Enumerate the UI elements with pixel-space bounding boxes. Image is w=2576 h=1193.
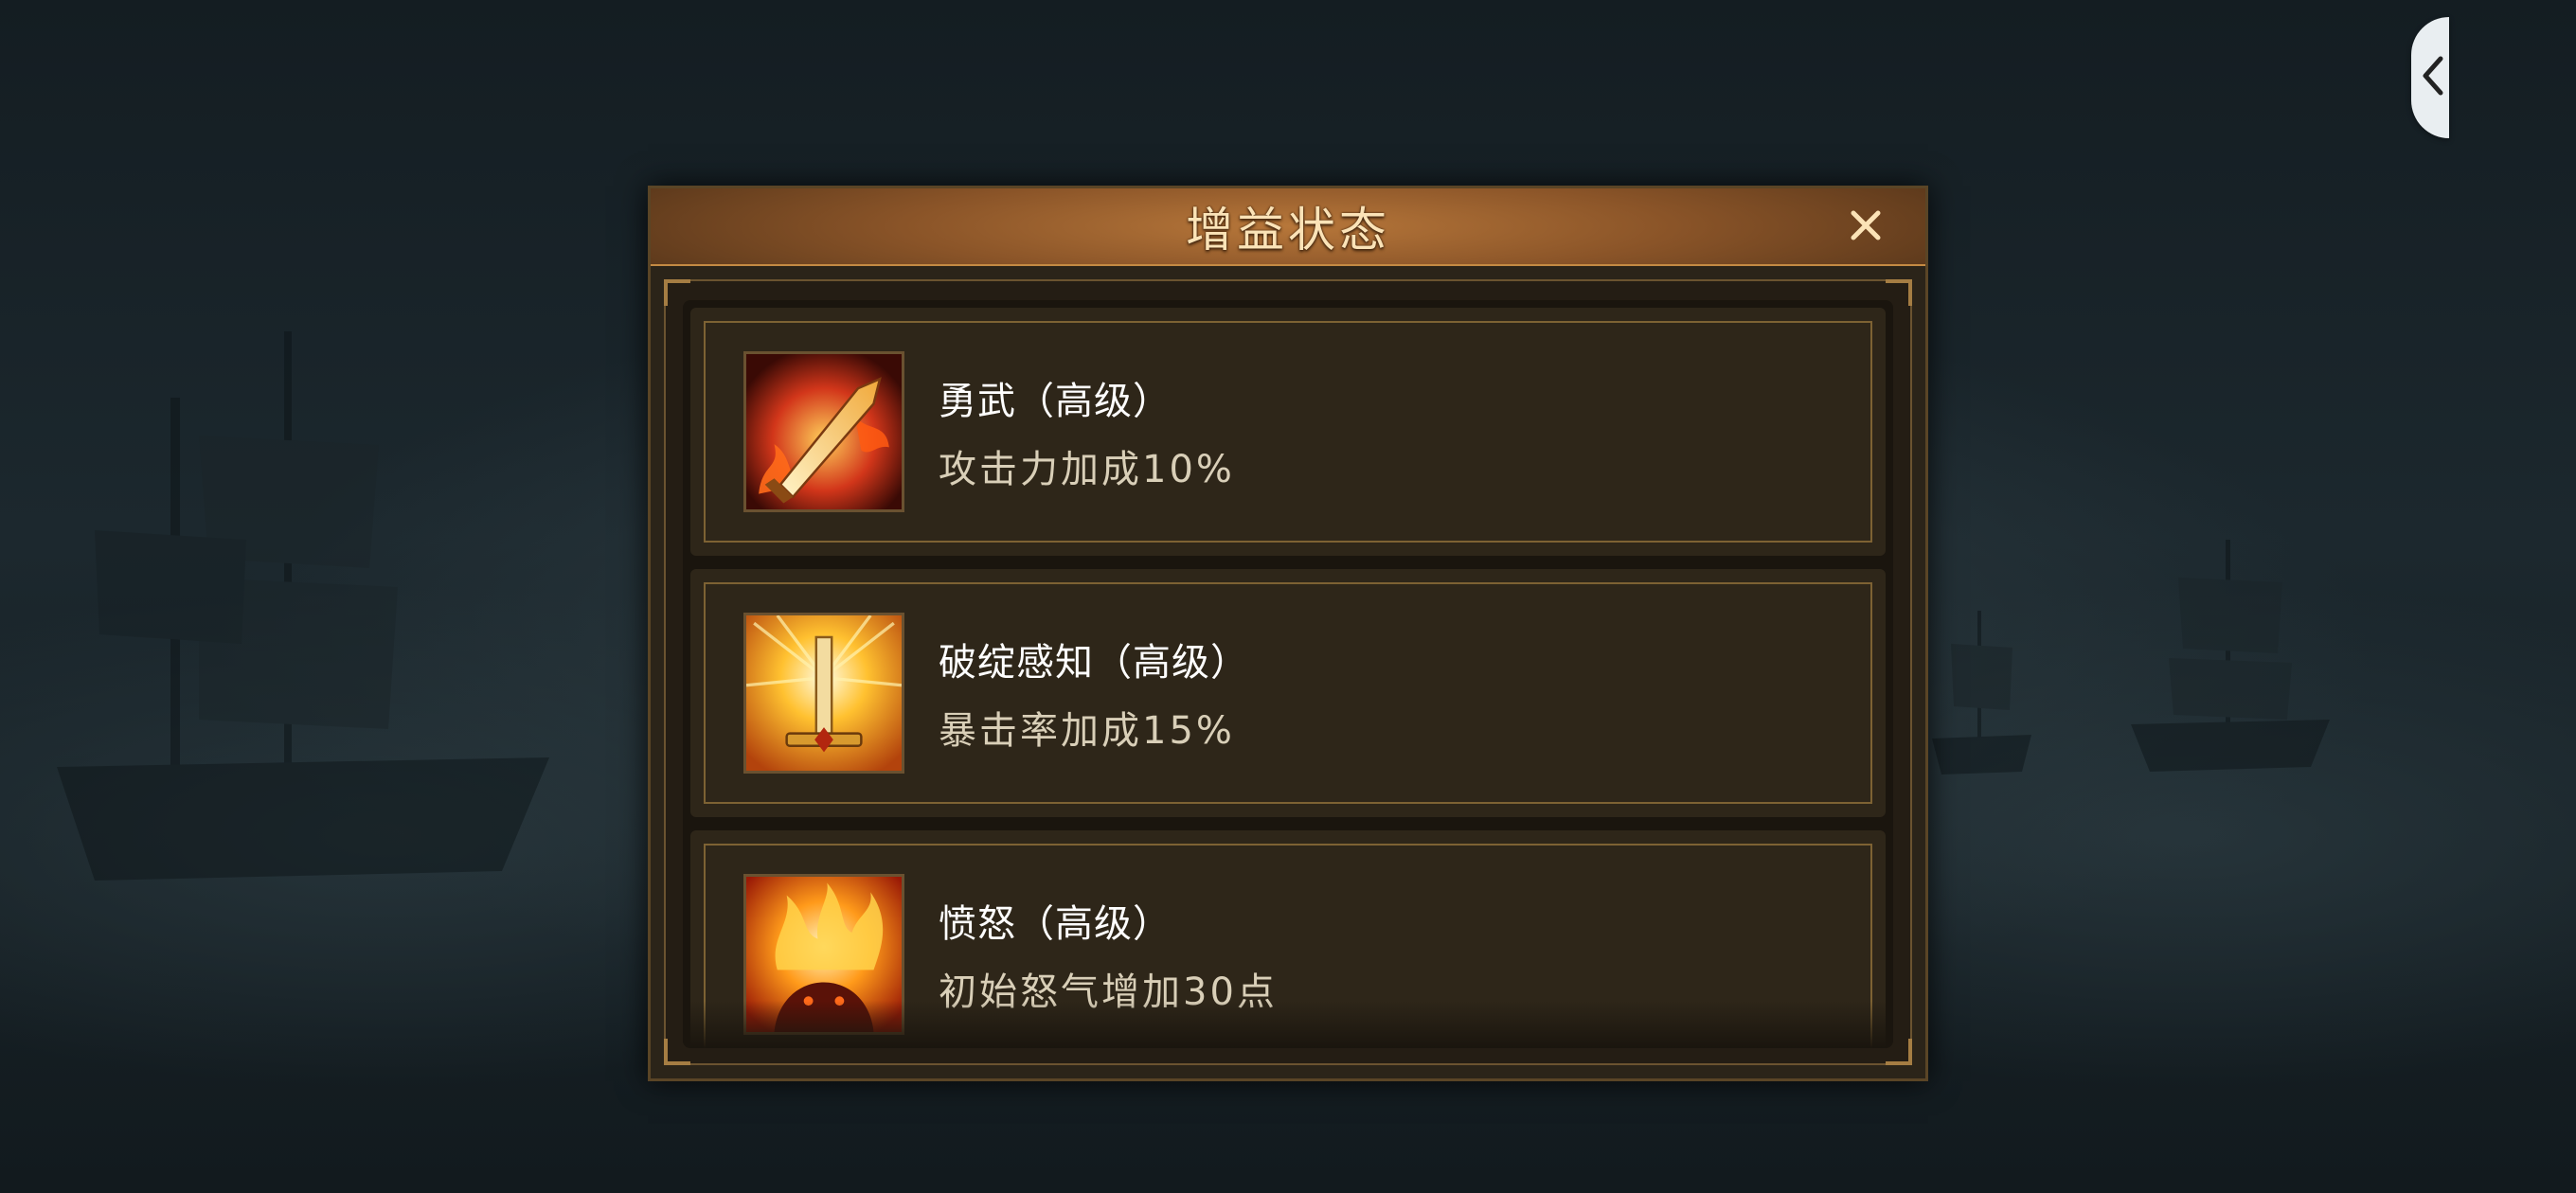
dialog-body: 勇武（高级） 攻击力加成10% 破绽感知（高级） 暴击率加成15% 愤怒（高级）… (664, 279, 1912, 1065)
buff-name: 勇武（高级） (939, 380, 1172, 423)
dialog-title: 增益状态 (1186, 203, 1390, 258)
buff-item: 破绽感知（高级） 暴击率加成15% (690, 569, 1886, 817)
list-fade (683, 1001, 1893, 1048)
buff-name: 愤怒（高级） (939, 902, 1172, 946)
radiant-sword-icon (743, 613, 904, 774)
buff-status-dialog: 增益状态 勇武（高级） 攻击力加成10% 破绽感知（高级） 暴击率加成15% 愤… (648, 186, 1928, 1081)
buff-description: 暴击率加成15% (939, 709, 1235, 753)
side-back-button[interactable] (2411, 17, 2449, 138)
background-ship-far-right (1923, 606, 2036, 776)
background-ship-right (2112, 530, 2339, 776)
chevron-left-icon (2416, 55, 2444, 100)
buff-name: 破绽感知（高级） (939, 641, 1249, 685)
buff-item: 勇武（高级） 攻击力加成10% (690, 308, 1886, 556)
flaming-sword-icon (743, 351, 904, 512)
background-ship-left (57, 322, 549, 909)
buff-list[interactable]: 勇武（高级） 攻击力加成10% 破绽感知（高级） 暴击率加成15% 愤怒（高级）… (683, 300, 1893, 1048)
buff-description: 攻击力加成10% (939, 448, 1235, 491)
dialog-header: 增益状态 (651, 188, 1925, 266)
close-button[interactable] (1842, 202, 1889, 249)
close-icon (1851, 210, 1881, 240)
